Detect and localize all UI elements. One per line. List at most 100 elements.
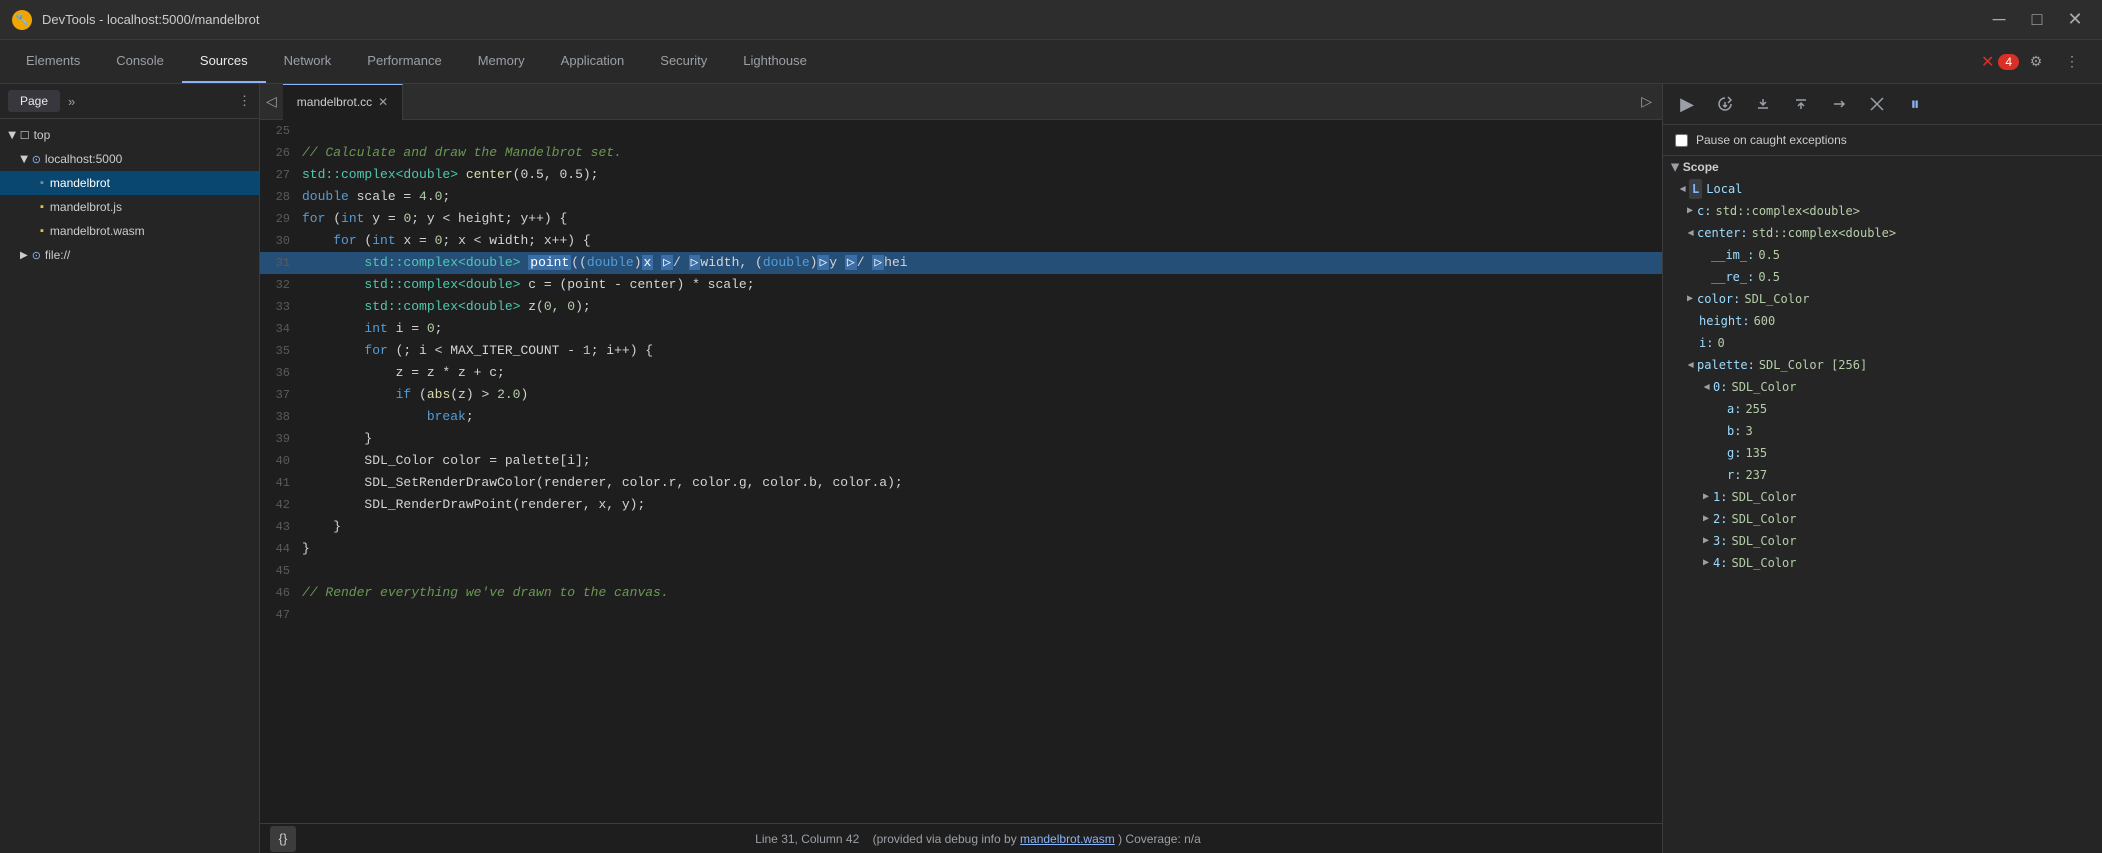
scope-item-im: __im_: 0.5	[1663, 244, 2102, 266]
palette-4-triangle-icon: ▶	[1703, 553, 1709, 573]
code-line-31: 31 std::complex<double> point((double)x …	[260, 252, 1662, 274]
tree-item-mandelbrotwasm[interactable]: ▪ mandelbrot.wasm	[0, 219, 259, 243]
title-bar: 🔧 DevTools - localhost:5000/mandelbrot ─…	[0, 0, 2102, 40]
step-out-button[interactable]	[1787, 90, 1815, 118]
resume-button[interactable]: ▶	[1673, 90, 1701, 118]
tree-item-label: localhost:5000	[45, 152, 122, 166]
code-line-28: 28 double scale = 4.0;	[260, 186, 1662, 208]
tab-memory[interactable]: Memory	[460, 40, 543, 83]
scope-section-header[interactable]: ▶ Scope	[1663, 156, 2102, 178]
code-line-47: 47	[260, 604, 1662, 626]
triangle-icon: ▶	[18, 155, 29, 163]
tree-item-label: mandelbrot.wasm	[50, 224, 145, 238]
format-button[interactable]: {}	[270, 826, 296, 852]
palette-triangle-icon: ▼	[1680, 362, 1700, 368]
deactivate-breakpoints-button[interactable]	[1863, 90, 1891, 118]
scope-panel: ▶ ⏸ Pause on caught exceptions	[1662, 84, 2102, 853]
tree-item-label: mandelbrot	[50, 176, 110, 190]
tab-network[interactable]: Network	[266, 40, 350, 83]
settings-button[interactable]: ⚙	[2022, 48, 2050, 76]
close-button[interactable]: ✕	[2060, 5, 2090, 35]
editor-file-tab[interactable]: mandelbrot.cc ✕	[283, 84, 403, 120]
tab-security[interactable]: Security	[642, 40, 725, 83]
scope-item-palette[interactable]: ▼ palette: SDL_Color [256]	[1663, 354, 2102, 376]
code-line-26: 26 // Calculate and draw the Mandelbrot …	[260, 142, 1662, 164]
scope-local-header[interactable]: ▼ L Local	[1663, 178, 2102, 200]
tree-item-localhost[interactable]: ▶ ⊙ localhost:5000	[0, 147, 259, 171]
maximize-button[interactable]: □	[2022, 5, 2052, 35]
js-file-icon: ▪	[40, 201, 44, 213]
color-triangle-icon: ▶	[1687, 289, 1693, 309]
scope-item-color[interactable]: ▶ color: SDL_Color	[1663, 288, 2102, 310]
scope-item-b: b: 3	[1663, 420, 2102, 442]
window-title: DevTools - localhost:5000/mandelbrot	[42, 12, 1974, 27]
error-count-button[interactable]: ✕ 4	[1986, 48, 2014, 76]
main-layout: Page » ⋮ ▶ ☐ top ▶ ⊙ localhost:5000 ▪ ma…	[0, 84, 2102, 853]
code-line-37: 37 if (abs(z) > 2.0)	[260, 384, 1662, 406]
pause-caught-exceptions-label: Pause on caught exceptions	[1696, 133, 1847, 147]
step-into-button[interactable]	[1749, 90, 1777, 118]
code-line-25: 25	[260, 120, 1662, 142]
code-line-45: 45	[260, 560, 1662, 582]
c-triangle-icon: ▶	[1687, 201, 1693, 221]
scope-item-palette-3[interactable]: ▶ 3: SDL_Color	[1663, 530, 2102, 552]
triangle-icon: ▶	[6, 131, 17, 139]
editor-tabs: ◁ mandelbrot.cc ✕ ▷	[260, 84, 1662, 120]
local-triangle-icon: ▼	[1672, 186, 1692, 192]
editor-format-button[interactable]: ▷	[1631, 93, 1662, 110]
file-tree: ▶ ☐ top ▶ ⊙ localhost:5000 ▪ mandelbrot …	[0, 119, 259, 853]
window-controls: ─ □ ✕	[1984, 5, 2090, 35]
step-button[interactable]	[1825, 90, 1853, 118]
scope-item-re: __re_: 0.5	[1663, 266, 2102, 288]
tab-application[interactable]: Application	[543, 40, 643, 83]
editor-tab-close-icon[interactable]: ✕	[378, 95, 388, 109]
scope-item-c[interactable]: ▶ c: std::complex<double>	[1663, 200, 2102, 222]
scope-item-palette-0[interactable]: ▼ 0: SDL_Color	[1663, 376, 2102, 398]
wasm-link[interactable]: mandelbrot.wasm	[1020, 832, 1115, 846]
pause-caught-exceptions-checkbox[interactable]	[1675, 134, 1688, 147]
code-line-29: 29 for (int y = 0; y < height; y++) {	[260, 208, 1662, 230]
tree-item-mandelbrot[interactable]: ▪ mandelbrot	[0, 171, 259, 195]
tree-item-top[interactable]: ▶ ☐ top	[0, 123, 259, 147]
tab-sources[interactable]: Sources	[182, 40, 266, 83]
file-icon: ▪	[40, 177, 44, 189]
scope-item-i: i: 0	[1663, 332, 2102, 354]
tab-lighthouse[interactable]: Lighthouse	[725, 40, 825, 83]
pause-exceptions-button[interactable]: ⏸	[1901, 90, 1929, 118]
scope-header-label: Scope	[1683, 160, 1719, 174]
minimize-button[interactable]: ─	[1984, 5, 2014, 35]
editor-file-tab-name: mandelbrot.cc	[297, 95, 372, 109]
sidebar-kebab-button[interactable]: ⋮	[238, 93, 251, 109]
error-badge: 4	[1998, 54, 2019, 70]
wasm-file-icon: ▪	[40, 225, 44, 237]
sidebar-tab-page[interactable]: Page	[8, 90, 60, 112]
tree-item-mandelbrotjs[interactable]: ▪ mandelbrot.js	[0, 195, 259, 219]
code-editor[interactable]: 25 26 // Calculate and draw the Mandelbr…	[260, 120, 1662, 823]
scope-item-palette-4[interactable]: ▶ 4: SDL_Color	[1663, 552, 2102, 574]
tree-item-label: mandelbrot.js	[50, 200, 122, 214]
tree-item-file[interactable]: ▶ ⊙ file://	[0, 243, 259, 267]
code-line-41: 41 SDL_SetRenderDrawColor(renderer, colo…	[260, 472, 1662, 494]
network-folder-icon: ⊙	[32, 153, 41, 166]
tree-item-label: file://	[45, 248, 70, 262]
step-over-button[interactable]	[1711, 90, 1739, 118]
tab-console[interactable]: Console	[98, 40, 182, 83]
code-line-32: 32 std::complex<double> c = (point - cen…	[260, 274, 1662, 296]
scope-item-palette-2[interactable]: ▶ 2: SDL_Color	[1663, 508, 2102, 530]
tab-performance[interactable]: Performance	[349, 40, 459, 83]
scope-item-palette-1[interactable]: ▶ 1: SDL_Color	[1663, 486, 2102, 508]
code-line-34: 34 int i = 0;	[260, 318, 1662, 340]
code-line-38: 38 break;	[260, 406, 1662, 428]
scope-item-center[interactable]: ▼ center: std::complex<double>	[1663, 222, 2102, 244]
scope-item-r: r: 237	[1663, 464, 2102, 486]
editor-area: ◁ mandelbrot.cc ✕ ▷ 25 26 // Calculate a…	[260, 84, 1662, 853]
scope-item-a: a: 255	[1663, 398, 2102, 420]
code-line-43: 43 }	[260, 516, 1662, 538]
code-line-30: 30 for (int x = 0; x < width; x++) {	[260, 230, 1662, 252]
editor-nav-back[interactable]: ◁	[260, 84, 283, 120]
tab-elements[interactable]: Elements	[8, 40, 98, 83]
more-button[interactable]: ⋮	[2058, 48, 2086, 76]
toolbar-icons: ✕ 4 ⚙ ⋮	[1978, 40, 2094, 83]
sidebar-more-button[interactable]: »	[68, 94, 75, 109]
debugger-toolbar: ▶ ⏸	[1663, 84, 2102, 125]
